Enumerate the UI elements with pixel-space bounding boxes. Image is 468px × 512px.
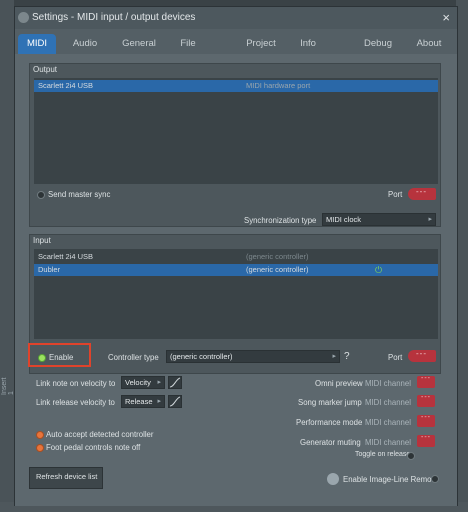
song-marker-jump-label: Song marker jump (298, 398, 362, 407)
input-device-list[interactable]: Scarlett 2i4 USB (generic controller) Du… (34, 249, 438, 339)
output-device-row[interactable]: Scarlett 2i4 USB MIDI hardware port (34, 80, 438, 92)
tab-general[interactable]: General (117, 34, 161, 54)
output-label: Output (33, 65, 58, 74)
output-device-type: MIDI hardware port (246, 81, 311, 90)
performance-mode-midi-channel: MIDI channel (365, 418, 411, 427)
input-port-value: --- (416, 349, 427, 358)
chevron-right-icon: ▸ (332, 353, 336, 360)
toggle-on-release-led[interactable] (407, 452, 415, 460)
sync-type-value: MIDI clock (326, 215, 362, 224)
chevron-right-icon: ▸ (428, 216, 432, 223)
enable-remote-label: Enable Image-Line Remote (343, 475, 438, 484)
settings-window: Settings - MIDI input / output devices ×… (14, 6, 458, 506)
controller-type-dropdown[interactable]: (generic controller) ▸ (166, 350, 340, 363)
auto-accept-led[interactable] (36, 431, 44, 439)
image-line-remote-icon (327, 473, 339, 485)
song-marker-channel-button[interactable]: --- (417, 394, 435, 407)
input-device-name: Scarlett 2i4 USB (38, 252, 94, 261)
tab-content: Output Scarlett 2i4 USB MIDI hardware po… (15, 54, 457, 506)
generator-muting-channel-value: --- (421, 434, 431, 441)
input-device-row[interactable]: Dubler (generic controller) ⏻ (34, 264, 438, 276)
input-label: Input (33, 236, 51, 245)
insert-label: Insert 1 (1, 377, 15, 395)
close-icon[interactable]: × (442, 10, 450, 25)
sync-type-label: Synchronization type (244, 216, 317, 225)
tab-debug[interactable]: Debug (358, 34, 398, 54)
input-port-button[interactable]: --- (408, 349, 436, 362)
performance-mode-channel-value: --- (421, 414, 431, 421)
omni-preview-label: Omni preview (315, 379, 363, 388)
link-release-curve-icon[interactable] (168, 395, 182, 408)
input-device-type: (generic controller) (246, 252, 309, 261)
link-release-label: Link release velocity to (36, 398, 115, 407)
generator-muting-channel-button[interactable]: --- (417, 434, 435, 447)
send-master-sync-led[interactable] (37, 191, 45, 199)
window-title: Settings - MIDI input / output devices (32, 12, 196, 23)
output-port-button[interactable]: --- (408, 187, 436, 200)
tab-file[interactable]: File (173, 34, 203, 54)
settings-app-icon (18, 12, 29, 23)
tab-project[interactable]: Project (241, 34, 281, 54)
controller-type-value: (generic controller) (170, 352, 233, 361)
output-port-label: Port (388, 190, 403, 199)
input-device-name: Dubler (38, 265, 61, 274)
omni-preview-channel-value: --- (421, 375, 431, 382)
controller-type-label: Controller type (108, 353, 159, 362)
foot-pedal-label[interactable]: Foot pedal controls note off (46, 443, 140, 452)
omni-preview-channel-button[interactable]: --- (417, 375, 435, 388)
tab-audio[interactable]: Audio (65, 34, 105, 54)
link-note-curve-icon[interactable] (168, 376, 182, 389)
generator-muting-label: Generator muting (300, 438, 361, 447)
foot-pedal-led[interactable] (36, 444, 44, 452)
input-device-type: (generic controller) (246, 265, 309, 274)
send-master-sync-label[interactable]: Send master sync (48, 190, 110, 199)
input-device-row[interactable]: Scarlett 2i4 USB (generic controller) (34, 251, 438, 263)
performance-mode-label: Performance mode (296, 418, 363, 427)
link-release-value: Release (125, 397, 153, 406)
link-note-value: Velocity (125, 378, 151, 387)
enable-highlight-box (28, 343, 91, 367)
tab-info[interactable]: Info (293, 34, 323, 54)
output-panel: Output Scarlett 2i4 USB MIDI hardware po… (29, 63, 441, 227)
tab-about[interactable]: About (409, 34, 449, 54)
power-icon[interactable]: ⏻ (375, 264, 382, 276)
chevron-right-icon: ▸ (157, 398, 161, 405)
song-marker-channel-value: --- (421, 394, 431, 401)
performance-mode-channel-button[interactable]: --- (417, 414, 435, 427)
enable-remote-toggle[interactable] (431, 475, 439, 483)
link-note-label: Link note on velocity to (36, 379, 116, 388)
help-icon[interactable]: ? (344, 351, 350, 362)
title-bar[interactable]: Settings - MIDI input / output devices × (15, 7, 457, 29)
refresh-device-list-button[interactable]: Refresh device list (29, 467, 103, 489)
generator-muting-midi-channel: MIDI channel (365, 438, 411, 447)
toggle-on-release-label: Toggle on release (355, 451, 411, 458)
omni-preview-midi-channel: MIDI channel (365, 379, 411, 388)
sync-type-dropdown[interactable]: MIDI clock ▸ (322, 213, 436, 226)
tab-bar: MIDI Audio General File Project Info Deb… (15, 31, 457, 55)
auto-accept-label[interactable]: Auto accept detected controller (46, 430, 154, 439)
chevron-right-icon: ▸ (157, 379, 161, 386)
song-marker-midi-channel: MIDI channel (365, 398, 411, 407)
link-release-dropdown[interactable]: Release ▸ (121, 395, 165, 408)
input-port-label: Port (388, 353, 403, 362)
output-device-name: Scarlett 2i4 USB (38, 81, 94, 90)
link-note-dropdown[interactable]: Velocity ▸ (121, 376, 165, 389)
tab-midi[interactable]: MIDI (18, 34, 56, 54)
output-device-list[interactable]: Scarlett 2i4 USB MIDI hardware port (34, 78, 438, 184)
output-port-value: --- (416, 187, 427, 196)
left-mixer-strip: Insert 1 (0, 0, 15, 512)
